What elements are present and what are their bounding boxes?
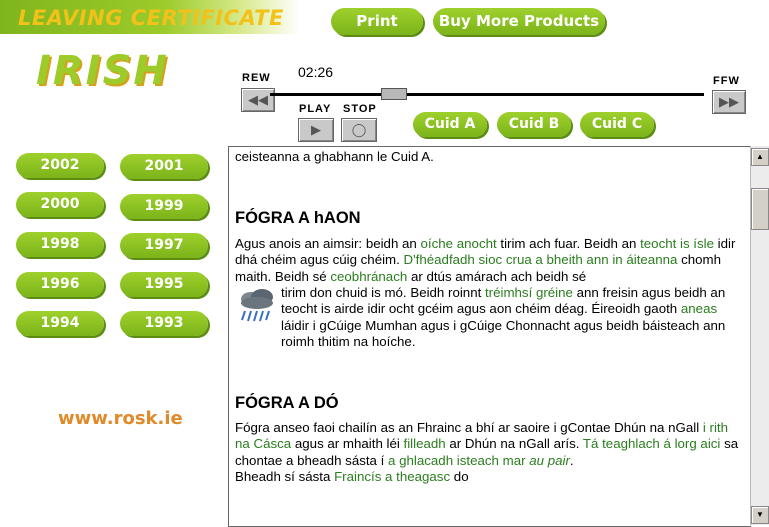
buy-more-products-button[interactable]: Buy More Products bbox=[433, 8, 605, 35]
cuid-c-button[interactable]: Cuid C bbox=[580, 112, 654, 137]
year-2001-button[interactable]: 2001 bbox=[120, 154, 208, 179]
stop-button[interactable]: ◯ bbox=[341, 118, 377, 142]
site-url[interactable]: www.rosk.ie bbox=[58, 408, 183, 429]
paragraph: tirim don chuid is mó. Beidh roinnt tréi… bbox=[281, 285, 726, 350]
year-1996-button[interactable]: 1996 bbox=[16, 272, 104, 297]
stop-label: STOP bbox=[343, 103, 377, 115]
play-label: PLAY bbox=[299, 103, 332, 115]
play-button[interactable]: ▶ bbox=[298, 118, 334, 142]
seek-thumb[interactable] bbox=[380, 88, 407, 100]
year-2000-button[interactable]: 2000 bbox=[16, 192, 104, 217]
print-button[interactable]: Print bbox=[331, 8, 423, 35]
rewind-icon: ◀◀ bbox=[248, 92, 268, 107]
subject-logo: IRISH bbox=[36, 48, 169, 94]
paragraph: Fógra anseo faoi chailín as an Fhrainc a… bbox=[235, 420, 739, 485]
cuid-b-button[interactable]: Cuid B bbox=[497, 112, 571, 137]
playback-time: 02:26 bbox=[298, 64, 334, 80]
play-icon: ▶ bbox=[311, 122, 321, 137]
section-heading: FÓGRA A hAON bbox=[235, 209, 361, 228]
year-1994-button[interactable]: 1994 bbox=[16, 311, 104, 336]
page-title: LEAVING CERTIFICATE bbox=[18, 6, 284, 30]
year-1997-button[interactable]: 1997 bbox=[120, 233, 208, 258]
fast-forward-icon: ▶▶ bbox=[719, 94, 739, 109]
fast-forward-button[interactable]: ▶▶ bbox=[712, 90, 746, 114]
transcript-panel: ceisteanna a ghabhann le Cuid A. FÓGRA A… bbox=[228, 146, 751, 527]
intro-text: ceisteanna a ghabhann le Cuid A. bbox=[235, 149, 434, 164]
year-1998-button[interactable]: 1998 bbox=[16, 232, 104, 257]
rain-cloud-icon bbox=[235, 285, 281, 351]
cuid-a-button[interactable]: Cuid A bbox=[413, 112, 487, 137]
ffw-label: FFW bbox=[713, 75, 740, 87]
section-heading: FÓGRA A DÓ bbox=[235, 393, 339, 412]
paragraph: Agus anois an aimsir: beidh an oíche ano… bbox=[235, 235, 736, 284]
rew-label: REW bbox=[242, 72, 271, 84]
year-2002-button[interactable]: 2002 bbox=[16, 153, 104, 178]
stop-icon: ◯ bbox=[351, 122, 367, 137]
scroll-down-icon: ▼ bbox=[756, 510, 764, 519]
scroll-down-button[interactable]: ▼ bbox=[751, 506, 769, 524]
scrollbar-thumb[interactable] bbox=[751, 188, 769, 230]
seek-track[interactable] bbox=[270, 93, 704, 96]
scroll-up-icon: ▲ bbox=[756, 152, 764, 161]
year-1995-button[interactable]: 1995 bbox=[120, 272, 208, 297]
year-1999-button[interactable]: 1999 bbox=[120, 194, 208, 219]
year-1993-button[interactable]: 1993 bbox=[120, 311, 208, 336]
rewind-button[interactable]: ◀◀ bbox=[241, 88, 275, 112]
scroll-up-button[interactable]: ▲ bbox=[751, 148, 769, 166]
